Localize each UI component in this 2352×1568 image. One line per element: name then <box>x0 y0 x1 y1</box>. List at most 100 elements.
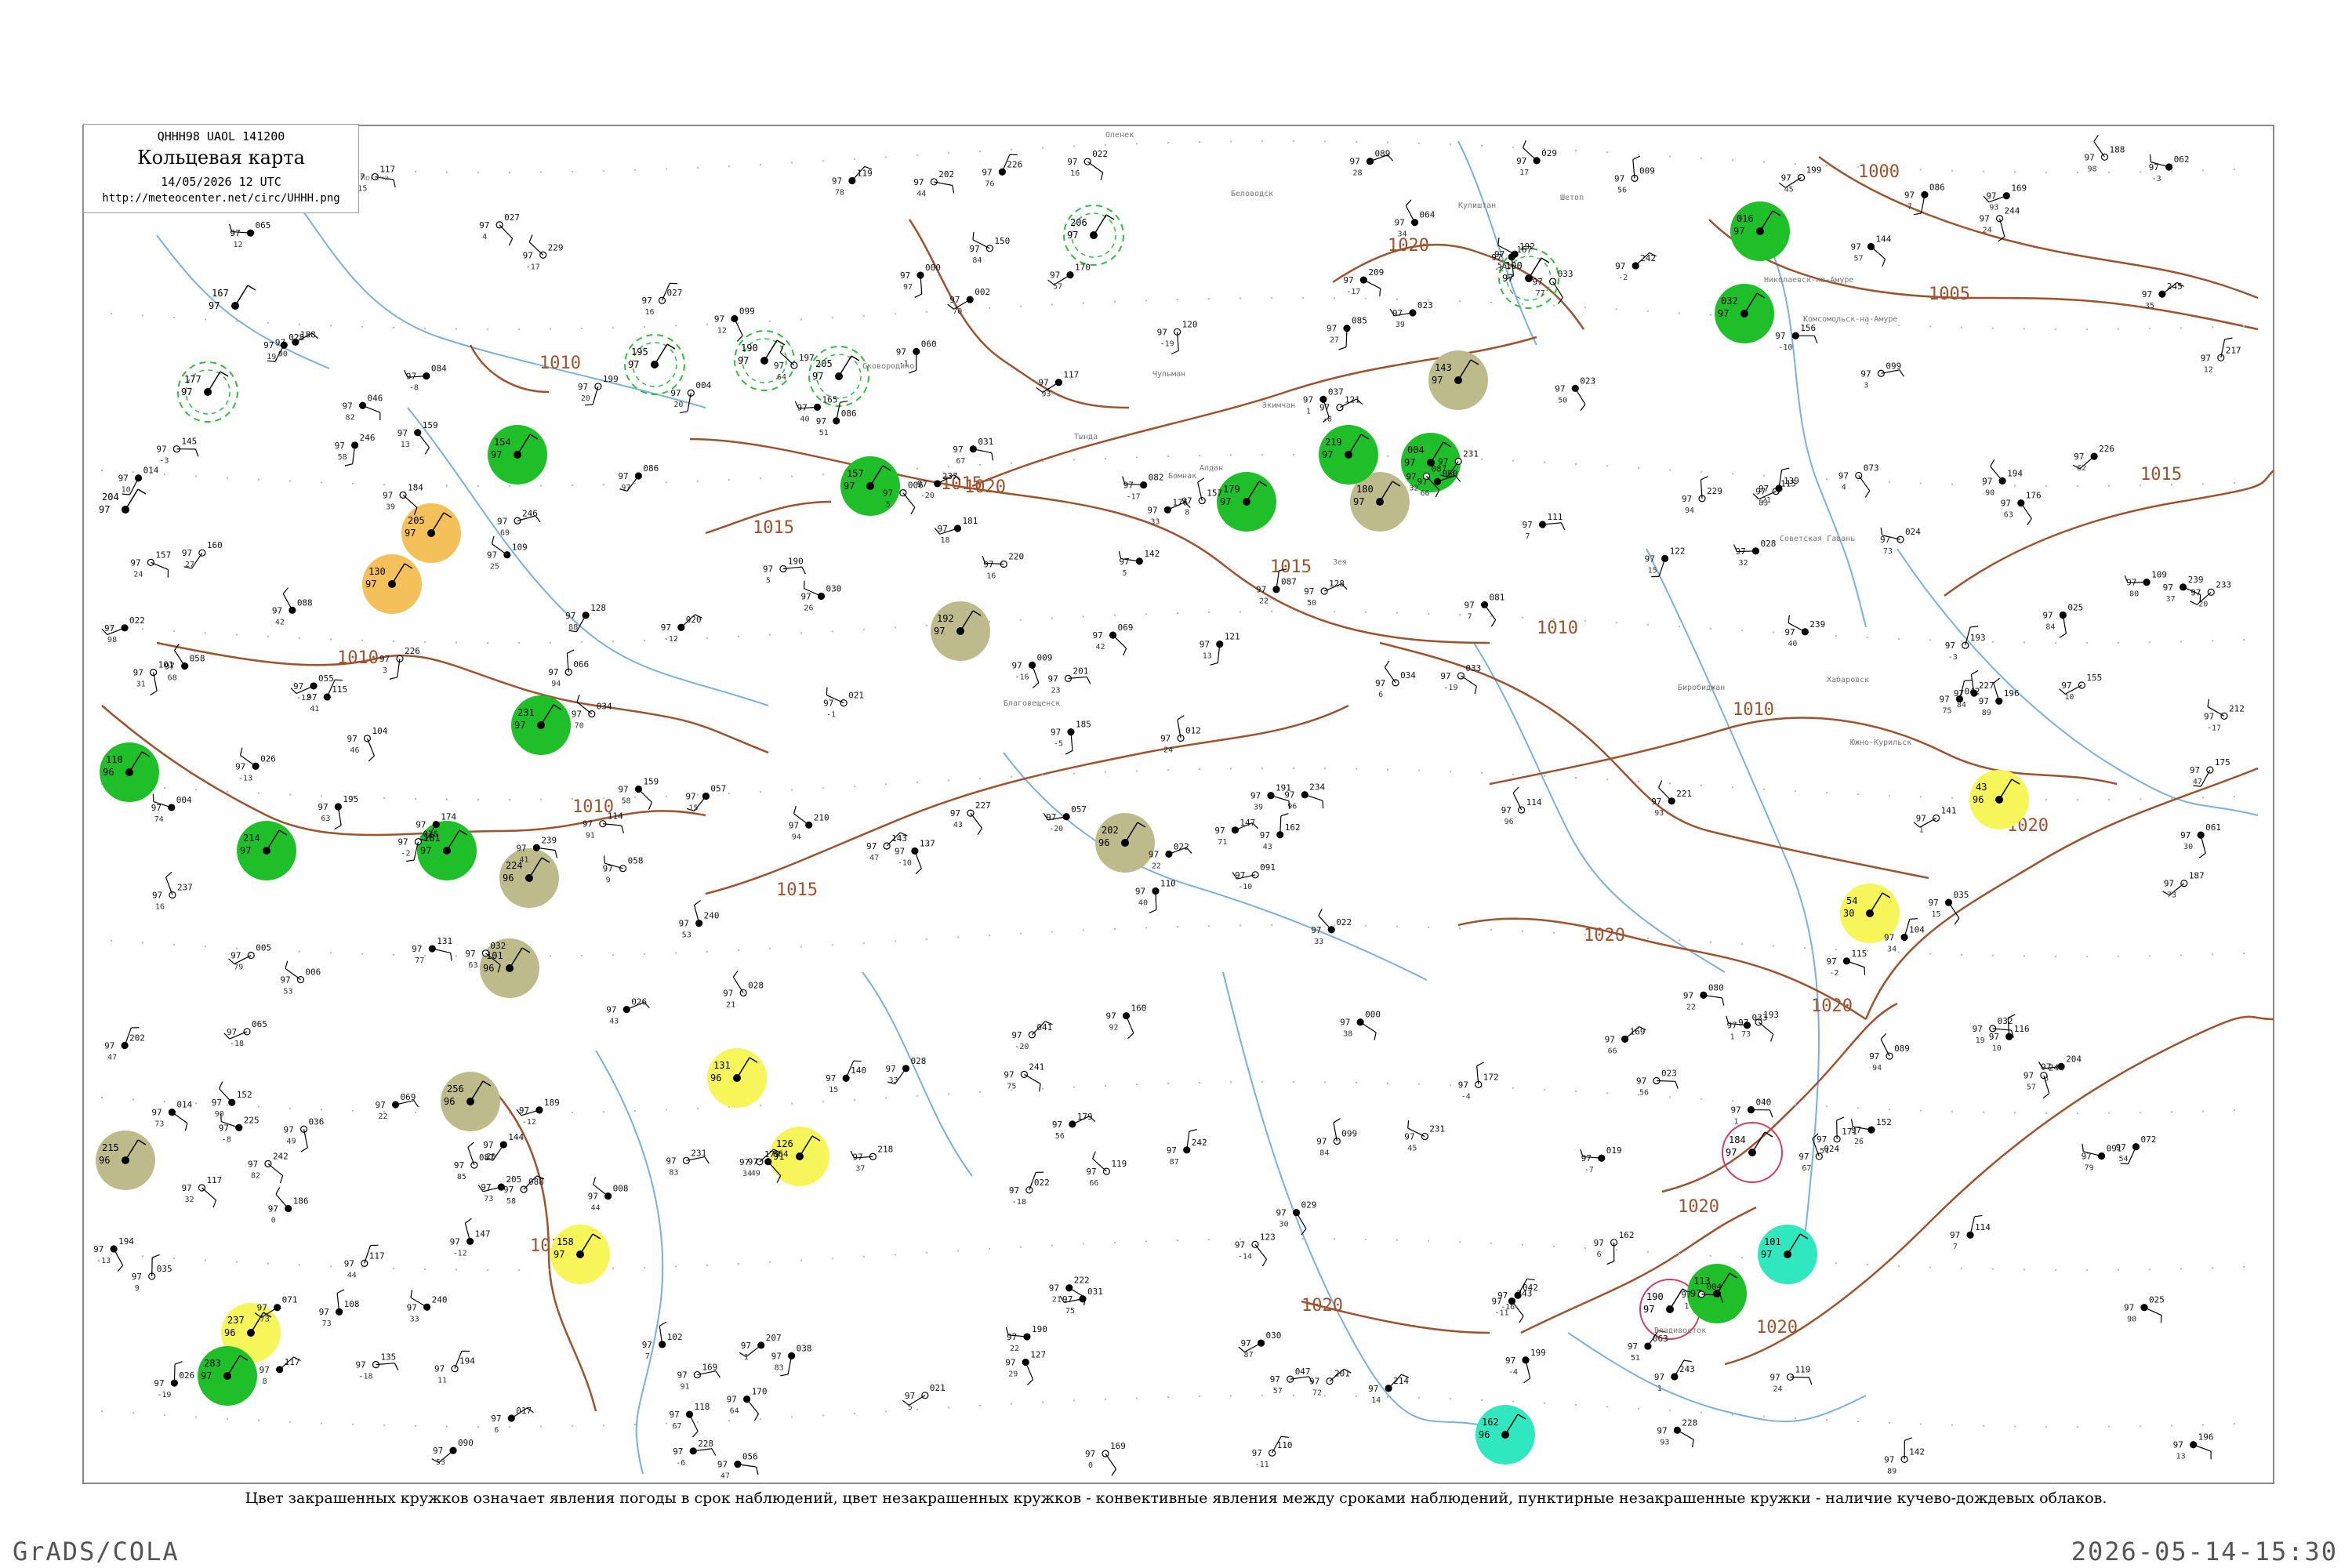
grid-dot <box>1646 937 1650 940</box>
station-temp: 75 <box>1007 1082 1016 1091</box>
station-visibility: 97 <box>1270 1374 1280 1385</box>
station-pressure: 069 <box>1117 622 1133 633</box>
grid-dot <box>226 1104 229 1106</box>
station-pressure: 032 <box>490 941 506 951</box>
station-pressure: 032 <box>1721 296 1738 307</box>
station-pressure: 188 <box>2109 144 2125 154</box>
grid-dot <box>1292 1080 1295 1083</box>
station-temp: -20 <box>2194 600 2208 608</box>
station-visibility: 97 <box>487 550 497 561</box>
grid-dot <box>2211 1267 2214 1269</box>
station-pressure: 006 <box>908 481 924 491</box>
grid-dot <box>1574 1090 1577 1093</box>
grid-dot <box>1740 1257 1744 1259</box>
station-temp: 1 <box>1919 826 1924 834</box>
grid-dot <box>2076 798 2079 801</box>
grid-dot <box>643 1266 646 1269</box>
grid-dot <box>665 481 668 484</box>
grid-dot <box>1417 142 1421 145</box>
station-pressure: 119 <box>1795 1364 1811 1374</box>
grid-dot <box>1646 310 1650 313</box>
grid-dot <box>1364 297 1367 300</box>
station-visibility: 97 <box>347 734 357 744</box>
grid-dot <box>2107 798 2111 800</box>
grid-dot <box>1731 1414 1734 1416</box>
station-temp: 20 <box>581 394 590 403</box>
grid-dot <box>2139 171 2142 173</box>
grid-dot <box>2054 328 2057 331</box>
grid-dot <box>1888 794 1891 797</box>
station-pressure: 111 <box>1547 512 1563 522</box>
station-pressure: 215 <box>102 1142 119 1153</box>
grid-dot <box>289 1421 292 1423</box>
station-visibility: 97 <box>1784 627 1795 637</box>
station-pressure: 022 <box>1336 917 1352 927</box>
grid-dot <box>361 1266 364 1269</box>
station-temp: 21 <box>726 1000 735 1009</box>
station-temp: 26 <box>804 604 813 612</box>
station-temp: -8 <box>222 1135 231 1144</box>
grid-dot <box>2045 171 2048 174</box>
station-pressure: 147 <box>1240 818 1255 828</box>
grid-dot <box>1261 453 1264 456</box>
grid-dot <box>1229 1081 1232 1083</box>
grid-dot <box>853 158 856 161</box>
station-temp: -20 <box>920 492 935 500</box>
grid-dot <box>1835 1261 1838 1265</box>
grid-dot <box>1145 1240 1148 1243</box>
grid-dot <box>1700 784 1703 787</box>
station-pressure: 000 <box>1365 1010 1381 1020</box>
station-visibility: 97 <box>481 1182 491 1192</box>
grid-dot <box>2076 1425 2079 1428</box>
station-temp: 4 <box>482 233 487 241</box>
station-visibility: 97 <box>1759 484 1769 494</box>
grid-dot <box>361 639 364 642</box>
station-temp: -2 <box>1829 969 1838 978</box>
station-temp: 1 <box>744 1353 749 1362</box>
station-visibility: 97 <box>1395 218 1405 228</box>
station-pressure: 210 <box>814 812 829 822</box>
station-visibility: 97 <box>151 1108 162 1118</box>
station-temp: -6 <box>676 1459 685 1468</box>
station-plot: 21497 <box>237 821 296 880</box>
grid-dot <box>602 483 605 486</box>
grid-dot <box>2211 640 2214 642</box>
station-temp: 63 <box>321 815 330 823</box>
station-visibility: 97 <box>852 1152 862 1162</box>
station-temp: 54 <box>2118 1155 2128 1163</box>
wind-barb-tick <box>803 580 805 589</box>
station-plot: 19297 <box>931 601 990 661</box>
station-temp: 34 <box>742 1170 752 1178</box>
place-name: Чульман <box>1152 370 1185 379</box>
station-temp: 73 <box>154 1120 164 1129</box>
station-temp: 12 <box>2204 365 2213 374</box>
station-temp: -12 <box>453 1249 467 1258</box>
grid-dot <box>361 325 364 328</box>
station-visibility: 97 <box>983 560 993 570</box>
station-temp: 63 <box>2004 511 2013 520</box>
station-visibility: 97 <box>895 846 905 856</box>
grid-dot <box>1113 1241 1116 1244</box>
grid-dot <box>602 169 605 172</box>
grid-dot <box>1803 946 1806 949</box>
station-temp: 22 <box>1686 1003 1696 1011</box>
grid-dot <box>790 475 793 477</box>
station-temp: -4 <box>1508 1368 1518 1377</box>
station-temp: 34 <box>1398 230 1407 239</box>
station-visibility: 97 <box>405 528 416 539</box>
station-temp: 83 <box>669 1168 678 1177</box>
station-pressure: 131 <box>437 936 452 946</box>
grid-dot <box>1458 614 1461 616</box>
station-visibility: 97 <box>376 1100 386 1110</box>
station-pressure: 172 <box>1483 1072 1499 1082</box>
grid-dot <box>706 1264 709 1267</box>
grid-dot <box>539 485 543 487</box>
station-visibility: 97 <box>883 488 893 499</box>
station-pressure: 069 <box>401 1092 416 1102</box>
station-visibility: 97 <box>2201 353 2211 363</box>
grid-dot <box>612 326 615 329</box>
station-pressure: 066 <box>573 659 589 670</box>
grid-dot <box>1762 474 1766 477</box>
station-pressure: 073 <box>1864 463 1879 473</box>
station-visibility: 97 <box>1533 277 1543 287</box>
